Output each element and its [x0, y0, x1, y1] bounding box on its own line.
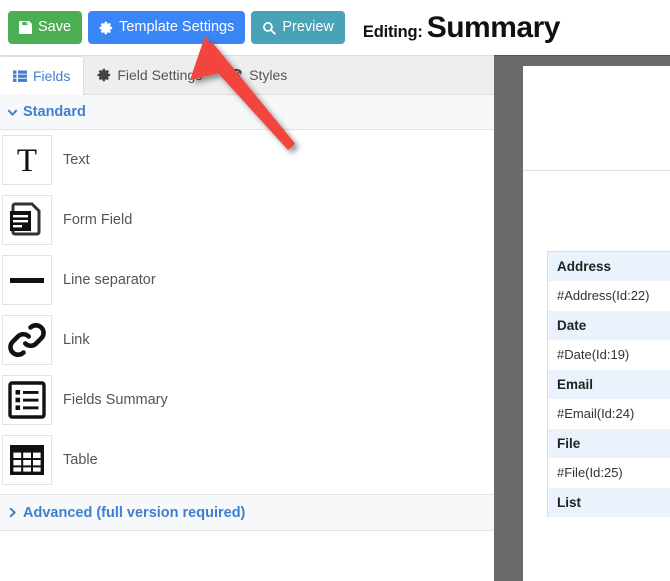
document-lines-icon [2, 195, 52, 245]
left-panel-filler [0, 531, 494, 581]
palette-item-link-label: Link [63, 332, 90, 348]
tab-styles[interactable]: Styles [216, 56, 301, 94]
list-icon [13, 70, 27, 82]
chain-link-icon [2, 315, 52, 365]
svg-text:T: T [17, 143, 37, 178]
section-title-standard: Standard [23, 104, 86, 120]
summary-row-value: #Email(Id:24) [548, 399, 670, 429]
document-page[interactable]: Address #Address(Id:22) Date #Date(Id:19… [523, 66, 670, 581]
tab-field-settings[interactable]: Field Settings [84, 56, 216, 94]
gear-icon [99, 21, 113, 35]
panel-tabs: Fields Field Settings Styles [0, 56, 494, 95]
summary-row-name: File [548, 429, 670, 458]
summary-row-name: Address [548, 252, 670, 281]
tab-styles-label: Styles [249, 67, 288, 83]
palette-item-fields-summary[interactable]: Fields Summary [0, 370, 494, 430]
top-toolbar: Save Template Settings Preview Editing: [0, 0, 670, 55]
section-title-advanced: Advanced (full version required) [23, 504, 246, 521]
palette-item-link[interactable]: Link [0, 310, 494, 370]
palette-item-fields-summary-label: Fields Summary [63, 392, 168, 408]
left-panel: Fields Field Settings Styles Standard T … [0, 55, 494, 581]
preview-button[interactable]: Preview [251, 11, 345, 44]
floppy-disk-icon [19, 21, 32, 34]
palette-item-text-label: Text [63, 152, 90, 168]
editing-template-name: Summary [426, 10, 561, 44]
preview-button-label: Preview [282, 19, 334, 36]
summary-row-value: #Date(Id:19) [548, 340, 670, 370]
editing-label: Editing: [362, 22, 423, 41]
gear-icon [97, 68, 111, 82]
horizontal-rule-icon [2, 255, 52, 305]
page-header-divider [523, 170, 670, 171]
palette-item-form-field[interactable]: Form Field [0, 190, 494, 250]
save-button-label: Save [38, 19, 72, 36]
tab-field-settings-label: Field Settings [117, 67, 203, 83]
document-canvas[interactable]: Address #Address(Id:22) Date #Date(Id:19… [494, 55, 670, 581]
serif-t-icon: T [2, 135, 52, 185]
fields-summary-block[interactable]: Address #Address(Id:22) Date #Date(Id:19… [547, 251, 670, 517]
summary-row-value: #File(Id:25) [548, 458, 670, 488]
summary-row-name: List [548, 488, 670, 517]
tab-fields-label: Fields [33, 68, 71, 84]
grid-table-icon [2, 435, 52, 485]
template-settings-button[interactable]: Template Settings [88, 11, 246, 44]
palette-item-table[interactable]: Table [0, 430, 494, 490]
chevron-right-icon [7, 507, 18, 518]
palette-item-text[interactable]: T Text [0, 130, 494, 190]
summary-row-name: Date [548, 311, 670, 340]
chevron-down-icon [7, 107, 18, 118]
bulleted-list-icon [2, 375, 52, 425]
palette-item-form-field-label: Form Field [63, 212, 133, 228]
palette-item-line-separator-label: Line separator [63, 272, 156, 288]
summary-row-name: Email [548, 370, 670, 399]
magnifier-icon [262, 21, 276, 35]
palette-item-table-label: Table [63, 452, 98, 468]
editing-title: Editing: Summary [362, 10, 561, 45]
palette-icon [229, 68, 243, 82]
section-header-standard[interactable]: Standard [0, 95, 494, 130]
section-header-advanced[interactable]: Advanced (full version required) [0, 494, 494, 531]
field-palette: T Text Form Field Line separator Link Fi… [0, 130, 494, 490]
save-button[interactable]: Save [8, 11, 83, 44]
palette-item-line-separator[interactable]: Line separator [0, 250, 494, 310]
summary-row-value: #Address(Id:22) [548, 281, 670, 311]
tab-fields[interactable]: Fields [0, 56, 85, 95]
template-editor-app: Save Template Settings Preview Editing: [0, 0, 670, 581]
template-settings-button-label: Template Settings [119, 19, 235, 36]
